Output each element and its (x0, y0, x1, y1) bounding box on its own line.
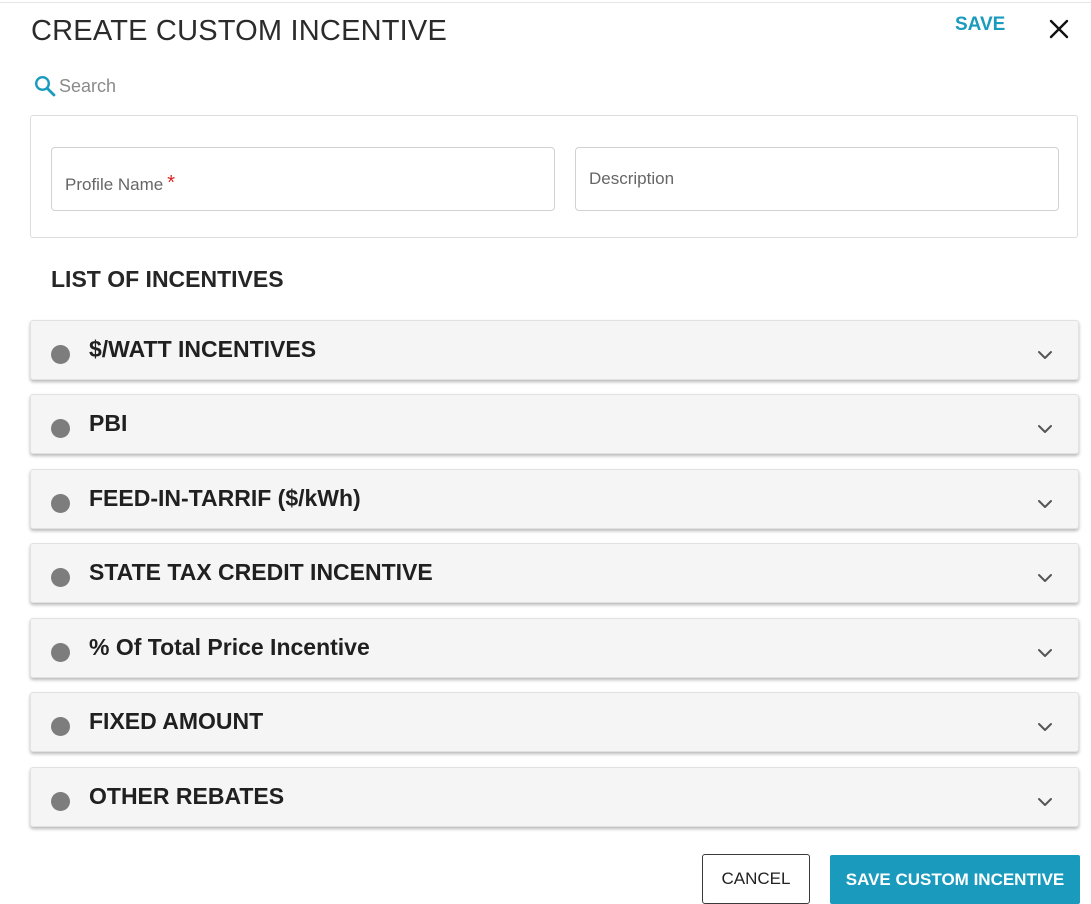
top-divider (0, 2, 1091, 3)
chevron-down-icon[interactable] (1037, 573, 1053, 583)
search-input[interactable] (59, 75, 279, 97)
description-label: Description (589, 169, 675, 188)
profile-name-label: Profile Name * (65, 172, 176, 194)
status-dot-icon (51, 345, 70, 364)
save-custom-incentive-button[interactable]: SAVE CUSTOM INCENTIVE (830, 855, 1080, 904)
status-dot-icon (51, 792, 70, 811)
accordion-watt-incentives[interactable]: $/WATT INCENTIVES (30, 320, 1079, 380)
status-dot-icon (51, 494, 70, 513)
accordion-feed-in-tariff[interactable]: FEED-IN-TARRIF ($/kWh) (30, 469, 1079, 529)
close-icon[interactable] (1047, 17, 1071, 41)
accordion-label: OTHER REBATES (89, 783, 285, 809)
save-link[interactable]: SAVE (955, 14, 1005, 36)
cancel-button[interactable]: CANCEL (702, 854, 810, 904)
chevron-down-icon[interactable] (1037, 350, 1053, 360)
chevron-down-icon[interactable] (1037, 648, 1053, 658)
chevron-down-icon[interactable] (1037, 424, 1053, 434)
accordion-label: % Of Total Price Incentive (89, 634, 370, 660)
incentives-heading: LIST OF INCENTIVES (51, 266, 284, 292)
status-dot-icon (51, 568, 70, 587)
search-icon[interactable] (33, 74, 57, 98)
status-dot-icon (51, 717, 70, 736)
profile-details-card: Profile Name * Description (30, 115, 1078, 238)
chevron-down-icon[interactable] (1037, 499, 1053, 509)
profile-name-field[interactable]: Profile Name * (51, 147, 555, 211)
accordion-label: $/WATT INCENTIVES (89, 336, 317, 362)
page-title: CREATE CUSTOM INCENTIVE (31, 15, 448, 47)
accordion-label: FEED-IN-TARRIF ($/kWh) (89, 485, 361, 511)
status-dot-icon (51, 643, 70, 662)
accordion-state-tax-credit[interactable]: STATE TAX CREDIT INCENTIVE (30, 543, 1079, 603)
accordion-label: FIXED AMOUNT (89, 708, 264, 734)
description-field[interactable]: Description (575, 147, 1059, 211)
status-dot-icon (51, 419, 70, 438)
required-indicator: * (167, 172, 176, 194)
search-bar (33, 74, 279, 98)
chevron-down-icon[interactable] (1037, 797, 1053, 807)
accordion-fixed-amount[interactable]: FIXED AMOUNT (30, 692, 1079, 752)
accordion-other-rebates[interactable]: OTHER REBATES (30, 767, 1079, 827)
accordion-label: PBI (89, 410, 128, 436)
accordion-label: STATE TAX CREDIT INCENTIVE (89, 559, 433, 585)
chevron-down-icon[interactable] (1037, 722, 1053, 732)
accordion-pbi[interactable]: PBI (30, 394, 1079, 454)
accordion-percent-total-price[interactable]: % Of Total Price Incentive (30, 618, 1079, 678)
